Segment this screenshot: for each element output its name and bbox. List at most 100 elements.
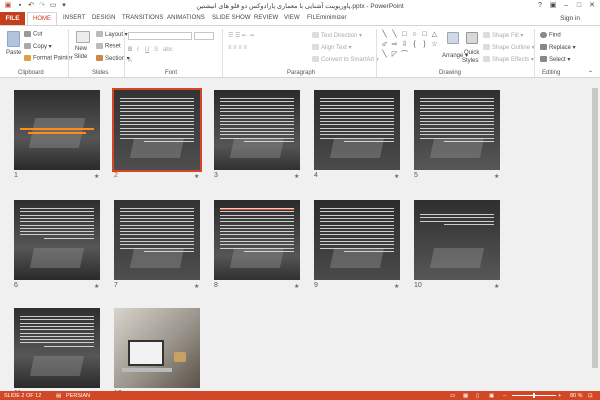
shape-star-icon[interactable]: ☆ — [430, 40, 439, 49]
zoom-out-icon[interactable]: – — [503, 393, 506, 399]
tab-transitions[interactable]: TRANSITIONS — [122, 15, 163, 21]
text-direction-button[interactable]: Text Direction ▾ — [312, 32, 362, 39]
help-icon[interactable]: ? — [535, 1, 545, 11]
shape-brace-icon[interactable]: } — [420, 40, 429, 49]
slide-transition-icon[interactable]: ★ — [94, 283, 99, 290]
reading-view-icon[interactable]: ▯ — [476, 393, 479, 399]
slide-thumbnail-5[interactable] — [414, 90, 500, 170]
font-name-input[interactable] — [128, 32, 192, 40]
slide-thumbnail-8[interactable] — [214, 200, 300, 280]
underline-icon[interactable]: U — [145, 47, 149, 53]
reset-button[interactable]: Reset — [96, 43, 121, 50]
slide-thumbnail-9[interactable] — [314, 200, 400, 280]
arrange-icon[interactable] — [447, 32, 459, 44]
slide-thumbnail-4[interactable] — [314, 90, 400, 170]
quick-styles-icon[interactable] — [466, 32, 478, 44]
shape-arrow-icon[interactable]: ⇨ — [390, 40, 399, 49]
new-slide-button[interactable]: New — [75, 46, 87, 52]
scrollbar-thumb[interactable] — [592, 88, 598, 368]
slideshow-view-icon[interactable]: ▣ — [489, 393, 494, 399]
shape-callout-icon[interactable]: ◸ — [390, 50, 399, 59]
quick-styles-button-label[interactable]: Styles — [462, 58, 478, 64]
shape-triangle-icon[interactable]: △ — [430, 30, 439, 39]
slide-transition-icon[interactable]: ★ — [194, 283, 199, 290]
ribbon-display-options-icon[interactable]: ▣ — [548, 1, 558, 11]
slide-transition-icon[interactable]: ★ — [94, 173, 99, 180]
slide-sorter-view-icon[interactable]: ▦ — [463, 393, 468, 399]
shape-rectangle-icon[interactable]: □ — [400, 30, 409, 39]
find-button[interactable]: Find — [540, 32, 561, 39]
zoom-in-icon[interactable]: + — [558, 393, 561, 399]
slide-thumbnail-11[interactable] — [14, 308, 100, 388]
shadow-icon[interactable]: S — [154, 47, 158, 53]
close-icon[interactable]: ✕ — [587, 1, 597, 11]
italic-icon[interactable]: I — [137, 47, 139, 53]
new-slide-button-label[interactable]: Slide — [74, 54, 87, 60]
slide-transition-icon[interactable]: ★ — [394, 283, 399, 290]
slide-text-line — [220, 231, 294, 233]
slide-thumbnail-1[interactable] — [14, 90, 100, 170]
shape-effects-button[interactable]: Shape Effects ▾ — [483, 56, 534, 63]
format-painter-button[interactable]: Format Painter — [24, 55, 73, 62]
copy-button[interactable]: Copy ▾ — [24, 43, 52, 50]
minimize-icon[interactable]: – — [561, 1, 571, 11]
slide-transition-icon[interactable]: ★ — [494, 283, 499, 290]
shape-curve-icon[interactable]: ⌒ — [400, 50, 409, 59]
slide-thumbnail-3[interactable] — [214, 90, 300, 170]
shape-fill-button[interactable]: Shape Fill ▾ — [483, 32, 523, 39]
tab-review[interactable]: REVIEW — [254, 15, 278, 21]
slide-transition-icon[interactable]: ★ — [294, 173, 299, 180]
zoom-level[interactable]: 80 % — [570, 393, 583, 399]
shape-line-icon[interactable]: ╲ — [380, 50, 389, 59]
cut-button[interactable]: Cut — [24, 31, 42, 38]
slide-thumbnail-6[interactable] — [14, 200, 100, 280]
collapse-ribbon-icon[interactable]: ⌃ — [588, 70, 593, 77]
convert-smartart-button[interactable]: Convert to SmartArt ▾ — [312, 56, 379, 63]
slide-thumbnail-12[interactable] — [114, 308, 200, 388]
bold-icon[interactable]: B — [128, 47, 132, 53]
font-color-icon[interactable]: A — [128, 58, 132, 64]
tab-slide-show[interactable]: SLIDE SHOW — [212, 15, 251, 21]
vertical-scrollbar[interactable] — [591, 80, 599, 389]
shape-oval-icon[interactable]: ○ — [410, 30, 419, 39]
quick-styles-button[interactable]: Quick — [464, 50, 479, 56]
slide-thumbnail-7[interactable] — [114, 200, 200, 280]
tab-file[interactable]: FILE — [0, 12, 25, 26]
align-icons[interactable]: ≡ ≡ ≡ ≡ — [228, 45, 247, 51]
bullets-icon[interactable]: ☰ ☰ ⇤ ⇥ — [228, 32, 254, 39]
layout-button[interactable]: Layout ▾ — [96, 31, 128, 38]
fit-slide-icon[interactable]: ⊡ — [588, 393, 593, 399]
shape-line-icon[interactable]: ╲ — [390, 30, 399, 39]
tab-design[interactable]: DESIGN — [92, 15, 116, 21]
slide-transition-icon[interactable]: ★ — [194, 173, 199, 180]
slide-transition-icon[interactable]: ★ — [294, 283, 299, 290]
paste-button[interactable]: Paste — [6, 50, 21, 56]
maximize-icon[interactable]: □ — [574, 1, 584, 11]
shape-arrow-icon[interactable]: ⇩ — [400, 40, 409, 49]
shape-outline-button[interactable]: Shape Outline ▾ — [483, 44, 535, 51]
new-slide-icon[interactable] — [76, 31, 90, 43]
tab-view[interactable]: VIEW — [284, 15, 300, 21]
slide-transition-icon[interactable]: ★ — [394, 173, 399, 180]
shape-line-icon[interactable]: ╲ — [380, 30, 389, 39]
slide-transition-icon[interactable]: ★ — [494, 173, 499, 180]
tab-fileminimizer[interactable]: FILEminimizer — [307, 15, 347, 21]
strikethrough-icon[interactable]: abc — [163, 47, 173, 53]
normal-view-icon[interactable]: ▭ — [450, 393, 455, 399]
shape-arrow-icon[interactable]: ⬃ — [380, 40, 389, 49]
select-button[interactable]: Select ▾ — [540, 56, 570, 63]
replace-button[interactable]: Replace ▾ — [540, 44, 576, 51]
paste-icon[interactable] — [7, 31, 20, 47]
align-text-button[interactable]: Align Text ▾ — [312, 44, 352, 51]
sign-in-link[interactable]: Sign in — [560, 15, 580, 22]
proofing-icon[interactable]: ▤ — [56, 393, 61, 399]
font-size-input[interactable] — [194, 32, 214, 40]
shape-brace-icon[interactable]: { — [410, 40, 419, 49]
tab-animations[interactable]: ANIMATIONS — [167, 15, 205, 21]
tab-insert[interactable]: INSERT — [63, 15, 86, 21]
tab-home[interactable]: HOME — [27, 12, 57, 26]
language-status[interactable]: PERSIAN — [66, 393, 90, 399]
slide-thumbnail-10[interactable] — [414, 200, 500, 280]
shape-rectangle-icon[interactable]: □ — [420, 30, 429, 39]
zoom-slider-thumb[interactable] — [533, 393, 535, 398]
